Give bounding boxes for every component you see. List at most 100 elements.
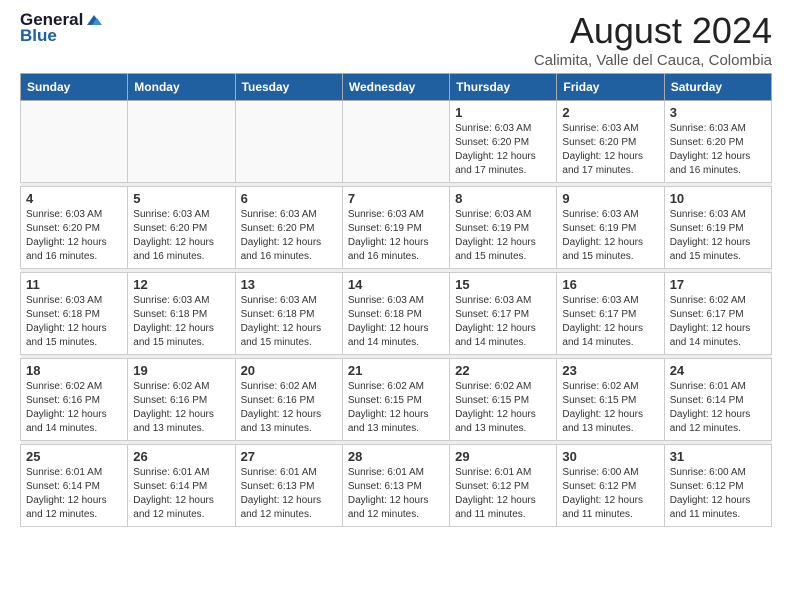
table-row: 1Sunrise: 6:03 AM Sunset: 6:20 PM Daylig…: [450, 101, 557, 183]
day-info: Sunrise: 6:01 AM Sunset: 6:14 PM Dayligh…: [26, 466, 122, 522]
day-number: 28: [348, 449, 444, 464]
day-number: 16: [562, 277, 658, 292]
table-row: 11 Sunrise: 6:03 AM Sunset: 6:18 PM Dayli…: [21, 273, 128, 355]
day-number: 26: [133, 449, 229, 464]
table-row: 13Sunrise: 6:03 AM Sunset: 6:18 PM Dayli…: [235, 273, 342, 355]
table-row: 23 Sunrise: 6:02 AM Sunset: 6:15 PM Dayli…: [557, 359, 664, 441]
table-row: [21, 101, 128, 183]
day-number: 19: [133, 363, 229, 378]
day-number: 22: [455, 363, 551, 378]
calendar-week-row: 4Sunrise: 6:03 AM Sunset: 6:20 PM Daylig…: [21, 187, 772, 269]
col-wednesday: Wednesday: [342, 74, 449, 101]
day-info: Sunrise: 6:03 AM Sunset: 6:18 PM Dayligh…: [133, 294, 229, 350]
day-info: Sunrise: 6:01 AM Sunset: 6:14 PM Dayligh…: [133, 466, 229, 522]
table-row: [128, 101, 235, 183]
day-info: Sunrise: 6:03 AM Sunset: 6:17 PM Dayligh…: [562, 294, 658, 350]
col-monday: Monday: [128, 74, 235, 101]
calendar: Sunday Monday Tuesday Wednesday Thursday…: [20, 73, 772, 527]
day-info: Sunrise: 6:02 AM Sunset: 6:16 PM Dayligh…: [133, 380, 229, 436]
day-number: 30: [562, 449, 658, 464]
day-info: Sunrise: 6:03 AM Sunset: 6:17 PM Dayligh…: [455, 294, 551, 350]
day-number: 2: [562, 105, 658, 120]
day-info: Sunrise: 6:02 AM Sunset: 6:15 PM Dayligh…: [562, 380, 658, 436]
day-number: 9: [562, 191, 658, 206]
day-info: Sunrise: 6:03 AM Sunset: 6:20 PM Dayligh…: [562, 122, 658, 178]
calendar-week-row: 25 Sunrise: 6:01 AM Sunset: 6:14 PM Dayli…: [21, 445, 772, 527]
table-row: 28 Sunrise: 6:01 AM Sunset: 6:13 PM Dayli…: [342, 445, 449, 527]
calendar-week-row: 18 Sunrise: 6:02 AM Sunset: 6:16 PM Dayli…: [21, 359, 772, 441]
table-row: 25 Sunrise: 6:01 AM Sunset: 6:14 PM Dayli…: [21, 445, 128, 527]
day-number: 5: [133, 191, 229, 206]
col-tuesday: Tuesday: [235, 74, 342, 101]
day-info: Sunrise: 6:00 AM Sunset: 6:12 PM Dayligh…: [670, 466, 766, 522]
day-info: Sunrise: 6:03 AM Sunset: 6:20 PM Dayligh…: [670, 122, 766, 178]
day-number: 17: [670, 277, 766, 292]
day-info: Sunrise: 6:01 AM Sunset: 6:14 PM Dayligh…: [670, 380, 766, 436]
table-row: 22 Sunrise: 6:02 AM Sunset: 6:15 PM Dayli…: [450, 359, 557, 441]
day-number: 31: [670, 449, 766, 464]
table-row: 16 Sunrise: 6:03 AM Sunset: 6:17 PM Dayli…: [557, 273, 664, 355]
day-info: Sunrise: 6:03 AM Sunset: 6:18 PM Dayligh…: [26, 294, 122, 350]
table-row: 3 Sunrise: 6:03 AM Sunset: 6:20 PM Daylig…: [664, 101, 771, 183]
day-number: 24: [670, 363, 766, 378]
table-row: 24 Sunrise: 6:01 AM Sunset: 6:14 PM Dayli…: [664, 359, 771, 441]
day-number: 14: [348, 277, 444, 292]
day-number: 13: [241, 277, 337, 292]
day-info: Sunrise: 6:03 AM Sunset: 6:18 PM Dayligh…: [348, 294, 444, 350]
day-info: Sunrise: 6:03 AM Sunset: 6:19 PM Dayligh…: [562, 208, 658, 264]
day-number: 11: [26, 277, 122, 292]
day-number: 29: [455, 449, 551, 464]
day-number: 8: [455, 191, 551, 206]
calendar-week-row: 11 Sunrise: 6:03 AM Sunset: 6:18 PM Dayli…: [21, 273, 772, 355]
day-number: 6: [241, 191, 337, 206]
col-friday: Friday: [557, 74, 664, 101]
table-row: 20Sunrise: 6:02 AM Sunset: 6:16 PM Dayli…: [235, 359, 342, 441]
title-block: August 2024 Calimita, Valle del Cauca, C…: [534, 10, 772, 69]
day-number: 15: [455, 277, 551, 292]
table-row: 5 Sunrise: 6:03 AM Sunset: 6:20 PM Daylig…: [128, 187, 235, 269]
page: General Blue August 2024 Calimita, Valle…: [0, 0, 792, 537]
day-info: Sunrise: 6:01 AM Sunset: 6:13 PM Dayligh…: [348, 466, 444, 522]
month-title: August 2024: [534, 10, 772, 52]
day-info: Sunrise: 6:03 AM Sunset: 6:19 PM Dayligh…: [670, 208, 766, 264]
day-info: Sunrise: 6:00 AM Sunset: 6:12 PM Dayligh…: [562, 466, 658, 522]
table-row: 10Sunrise: 6:03 AM Sunset: 6:19 PM Dayli…: [664, 187, 771, 269]
day-number: 23: [562, 363, 658, 378]
table-row: 8Sunrise: 6:03 AM Sunset: 6:19 PM Daylig…: [450, 187, 557, 269]
day-number: 25: [26, 449, 122, 464]
col-sunday: Sunday: [21, 74, 128, 101]
day-number: 12: [133, 277, 229, 292]
col-saturday: Saturday: [664, 74, 771, 101]
table-row: 15 Sunrise: 6:03 AM Sunset: 6:17 PM Dayli…: [450, 273, 557, 355]
day-info: Sunrise: 6:02 AM Sunset: 6:15 PM Dayligh…: [348, 380, 444, 436]
table-row: [235, 101, 342, 183]
calendar-week-row: 1 Sunrise: 6:03 AM Sunset: 6:20 PM Daylig…: [21, 101, 772, 183]
table-row: 29 Sunrise: 6:01 AM Sunset: 6:12 PM Dayli…: [450, 445, 557, 527]
calendar-header-row: Sunday Monday Tuesday Wednesday Thursday…: [21, 74, 772, 101]
day-number: 18: [26, 363, 122, 378]
day-info: Sunrise: 6:03 AM Sunset: 6:20 PM Dayligh…: [26, 208, 122, 264]
day-info: Sunrise: 6:03 AM Sunset: 6:20 PM Dayligh…: [241, 208, 337, 264]
day-number: 21: [348, 363, 444, 378]
table-row: 14 Sunrise: 6:03 AM Sunset: 6:18 PM Dayli…: [342, 273, 449, 355]
table-row: 6 Sunrise: 6:03 AM Sunset: 6:20 PM Daylig…: [235, 187, 342, 269]
logo-blue: Blue: [20, 26, 57, 46]
day-number: 7: [348, 191, 444, 206]
day-number: 27: [241, 449, 337, 464]
subtitle: Calimita, Valle del Cauca, Colombia: [534, 52, 772, 69]
day-info: Sunrise: 6:01 AM Sunset: 6:13 PM Dayligh…: [241, 466, 337, 522]
table-row: 9 Sunrise: 6:03 AM Sunset: 6:19 PM Daylig…: [557, 187, 664, 269]
table-row: 30 Sunrise: 6:00 AM Sunset: 6:12 PM Dayli…: [557, 445, 664, 527]
table-row: 7Sunrise: 6:03 AM Sunset: 6:19 PM Daylig…: [342, 187, 449, 269]
table-row: 19 Sunrise: 6:02 AM Sunset: 6:16 PM Dayli…: [128, 359, 235, 441]
table-row: 18Sunrise: 6:02 AM Sunset: 6:16 PM Dayli…: [21, 359, 128, 441]
day-number: 20: [241, 363, 337, 378]
table-row: 4Sunrise: 6:03 AM Sunset: 6:20 PM Daylig…: [21, 187, 128, 269]
day-number: 3: [670, 105, 766, 120]
day-info: Sunrise: 6:03 AM Sunset: 6:20 PM Dayligh…: [133, 208, 229, 264]
table-row: 31 Sunrise: 6:00 AM Sunset: 6:12 PM Dayli…: [664, 445, 771, 527]
day-number: 1: [455, 105, 551, 120]
day-info: Sunrise: 6:02 AM Sunset: 6:15 PM Dayligh…: [455, 380, 551, 436]
day-info: Sunrise: 6:01 AM Sunset: 6:12 PM Dayligh…: [455, 466, 551, 522]
table-row: 12 Sunrise: 6:03 AM Sunset: 6:18 PM Dayli…: [128, 273, 235, 355]
